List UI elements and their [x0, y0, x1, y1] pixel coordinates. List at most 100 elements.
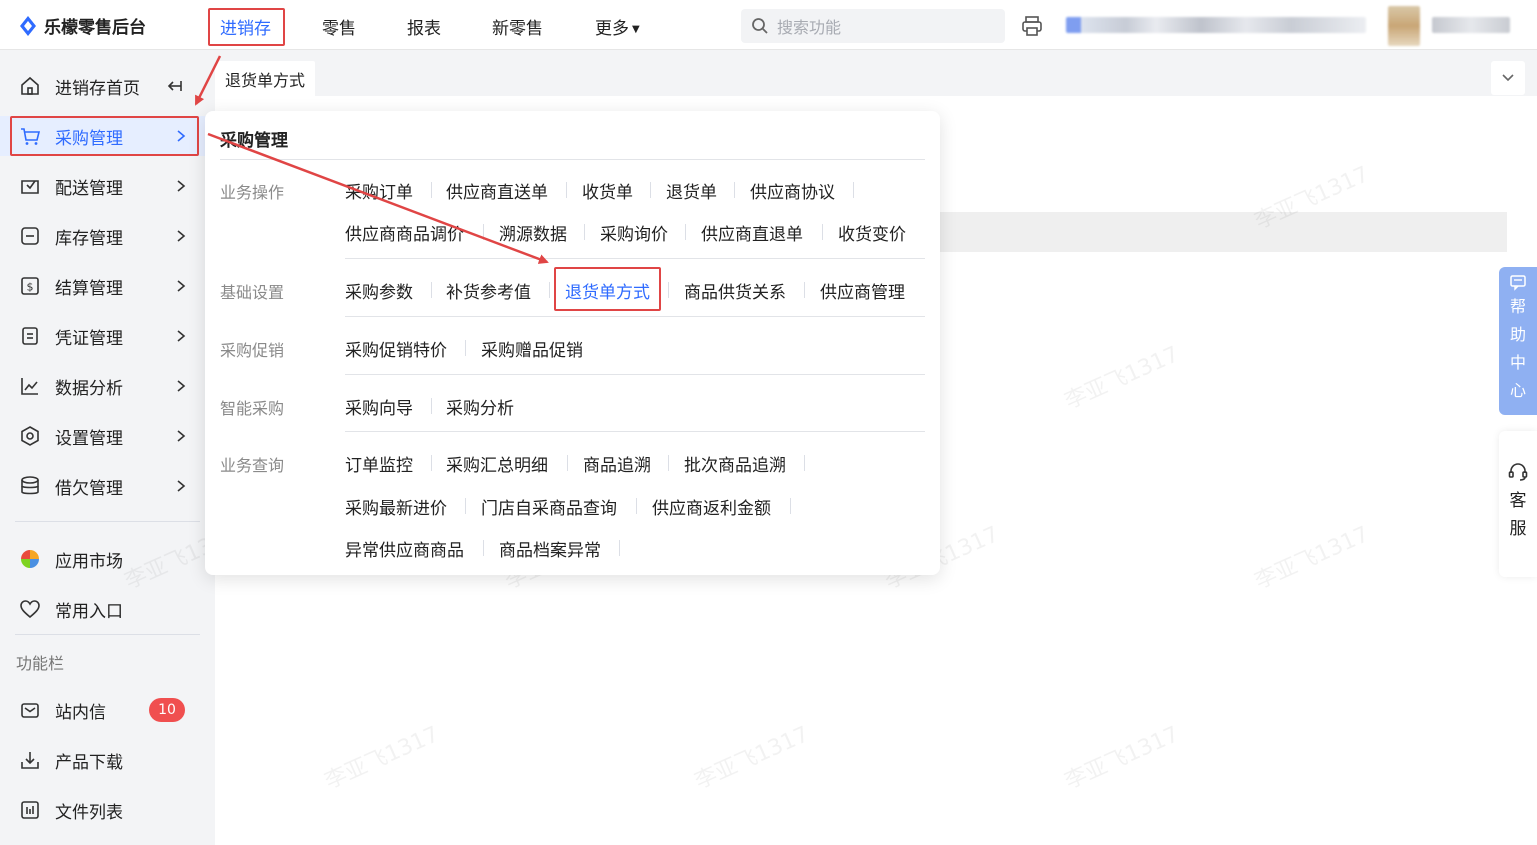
divider: [345, 374, 925, 375]
chevron-right-icon: [177, 230, 186, 242]
chevron-right-icon: [177, 330, 186, 342]
divider: [220, 159, 925, 160]
menu-link-supplier-direct-return[interactable]: 供应商直退单: [701, 220, 803, 245]
menu-link-receipt-price-change[interactable]: 收货变价: [838, 220, 906, 245]
menu-link-abnormal-supplier-product[interactable]: 异常供应商商品: [345, 536, 464, 561]
mail-icon: [18, 698, 42, 722]
group-label-promotions: 采购促销: [220, 341, 285, 360]
sidebar-divider: [15, 521, 200, 522]
menu-link-purchase-analysis[interactable]: 采购分析: [446, 394, 514, 419]
menu-link-gift-promotion[interactable]: 采购赠品促销: [481, 336, 583, 361]
group-label-basic-settings: 基础设置: [220, 283, 285, 302]
separator: [465, 340, 466, 356]
tab-return-method[interactable]: 退货单方式: [215, 61, 316, 96]
settlement-icon: $: [18, 274, 42, 298]
menu-link-product-trace[interactable]: 商品追溯: [583, 451, 651, 476]
sidebar-item-delivery[interactable]: 配送管理: [0, 166, 215, 206]
help-char: 帮: [1509, 297, 1526, 316]
chevron-right-icon: [177, 180, 186, 192]
menu-link-batch-trace[interactable]: 批次商品追溯: [684, 451, 786, 476]
help-center-button[interactable]: 帮 助 中 心: [1499, 267, 1537, 415]
nav-item-new-retail[interactable]: 新零售: [492, 14, 543, 39]
separator: [431, 455, 432, 471]
sidebar: 进销存首页 采购管理 配送管理 库存管理 $ 结算管理 凭证管理 数据分析 设置…: [0, 51, 215, 845]
debt-icon: [18, 474, 42, 498]
menu-link-store-self-purchase[interactable]: 门店自采商品查询: [481, 494, 617, 519]
menu-link-purchase-summary[interactable]: 采购汇总明细: [446, 451, 548, 476]
sidebar-item-analysis[interactable]: 数据分析: [0, 366, 215, 406]
printer-icon[interactable]: [1020, 14, 1044, 38]
menu-link-supplier-direct-delivery[interactable]: 供应商直送单: [446, 178, 548, 203]
sidebar-item-label: 配送管理: [55, 178, 123, 199]
nav-item-reports[interactable]: 报表: [407, 14, 441, 39]
separator: [465, 498, 466, 514]
nav-item-retail[interactable]: 零售: [322, 14, 356, 39]
menu-link-supplier-rebate[interactable]: 供应商返利金额: [652, 494, 771, 519]
sidebar-item-favorites[interactable]: 常用入口: [0, 589, 215, 629]
sidebar-item-voucher[interactable]: 凭证管理: [0, 316, 215, 356]
user-name-blurred[interactable]: [1432, 17, 1510, 33]
sidebar-item-inventory-home[interactable]: 进销存首页: [0, 66, 215, 106]
sidebar-item-stock[interactable]: 库存管理: [0, 216, 215, 256]
menu-link-special-price[interactable]: 采购促销特价: [345, 336, 447, 361]
menu-link-product-file-abnormal[interactable]: 商品档案异常: [499, 536, 601, 561]
separator: [636, 498, 637, 514]
separator: [804, 282, 805, 298]
help-char: 助: [1509, 325, 1526, 344]
sidebar-item-label: 应用市场: [55, 551, 123, 572]
menu-link-purchase-order[interactable]: 采购订单: [345, 178, 413, 203]
logo-icon: [20, 15, 36, 36]
separator: [822, 224, 823, 240]
menu-link-order-monitor[interactable]: 订单监控: [345, 451, 413, 476]
group-label-smart-purchase: 智能采购: [220, 399, 285, 418]
tab-dropdown-button[interactable]: [1491, 61, 1525, 95]
service-char: 服: [1509, 519, 1527, 539]
sidebar-item-settings[interactable]: 设置管理: [0, 416, 215, 456]
search-icon: [752, 18, 768, 34]
separator: [567, 455, 568, 471]
menu-link-supplier-agreement[interactable]: 供应商协议: [750, 178, 835, 203]
search-placeholder: 搜索功能: [777, 18, 842, 37]
search-box[interactable]: 搜索功能: [741, 9, 1005, 43]
service-char: 客: [1509, 491, 1527, 511]
sidebar-item-file-list[interactable]: 文件列表: [0, 790, 215, 830]
menu-link-supplier-price-adjust[interactable]: 供应商商品调价: [345, 220, 464, 245]
sidebar-item-settlement[interactable]: $ 结算管理: [0, 266, 215, 306]
menu-link-supplier-management[interactable]: 供应商管理: [820, 278, 905, 303]
menu-link-supply-relation[interactable]: 商品供货关系: [684, 278, 786, 303]
separator: [790, 498, 791, 514]
menu-link-replenishment-reference[interactable]: 补货参考值: [446, 278, 531, 303]
chevron-right-icon: [177, 380, 186, 392]
headset-icon: [1508, 463, 1528, 481]
collapse-icon[interactable]: [166, 77, 184, 95]
nav-item-more[interactable]: 更多 ▼: [595, 14, 640, 39]
logo[interactable]: 乐檬零售后台: [18, 13, 146, 38]
menu-link-purchase-wizard[interactable]: 采购向导: [345, 394, 413, 419]
separator: [734, 182, 735, 198]
sidebar-item-downloads[interactable]: 产品下载: [0, 740, 215, 780]
tab-strip: 退货单方式: [215, 51, 1537, 96]
download-icon: [18, 748, 42, 772]
sidebar-item-debt[interactable]: 借欠管理: [0, 466, 215, 506]
menu-link-purchase-inquiry[interactable]: 采购询价: [600, 220, 668, 245]
sidebar-item-label: 常用入口: [55, 601, 123, 622]
delivery-icon: [18, 174, 42, 198]
sidebar-item-messages[interactable]: 站内信 10: [0, 690, 215, 730]
sidebar-item-label: 站内信: [55, 702, 106, 723]
menu-link-purchase-params[interactable]: 采购参数: [345, 278, 413, 303]
svg-text:$: $: [27, 281, 34, 294]
separator: [853, 182, 854, 198]
separator: [668, 455, 669, 471]
menu-link-return-order[interactable]: 退货单: [666, 178, 717, 203]
sidebar-item-app-market[interactable]: 应用市场: [0, 539, 215, 579]
chevron-right-icon: [177, 280, 186, 292]
section-label-function-bar: 功能栏: [16, 654, 65, 673]
separator: [483, 540, 484, 556]
menu-link-latest-price[interactable]: 采购最新进价: [345, 494, 447, 519]
menu-link-receipt[interactable]: 收货单: [582, 178, 633, 203]
avatar[interactable]: [1388, 6, 1420, 46]
customer-service-button[interactable]: 客 服: [1499, 431, 1537, 577]
menu-link-trace-data[interactable]: 溯源数据: [499, 220, 567, 245]
sidebar-item-label: 文件列表: [55, 802, 123, 823]
store-info-blurred: [1066, 17, 1366, 33]
